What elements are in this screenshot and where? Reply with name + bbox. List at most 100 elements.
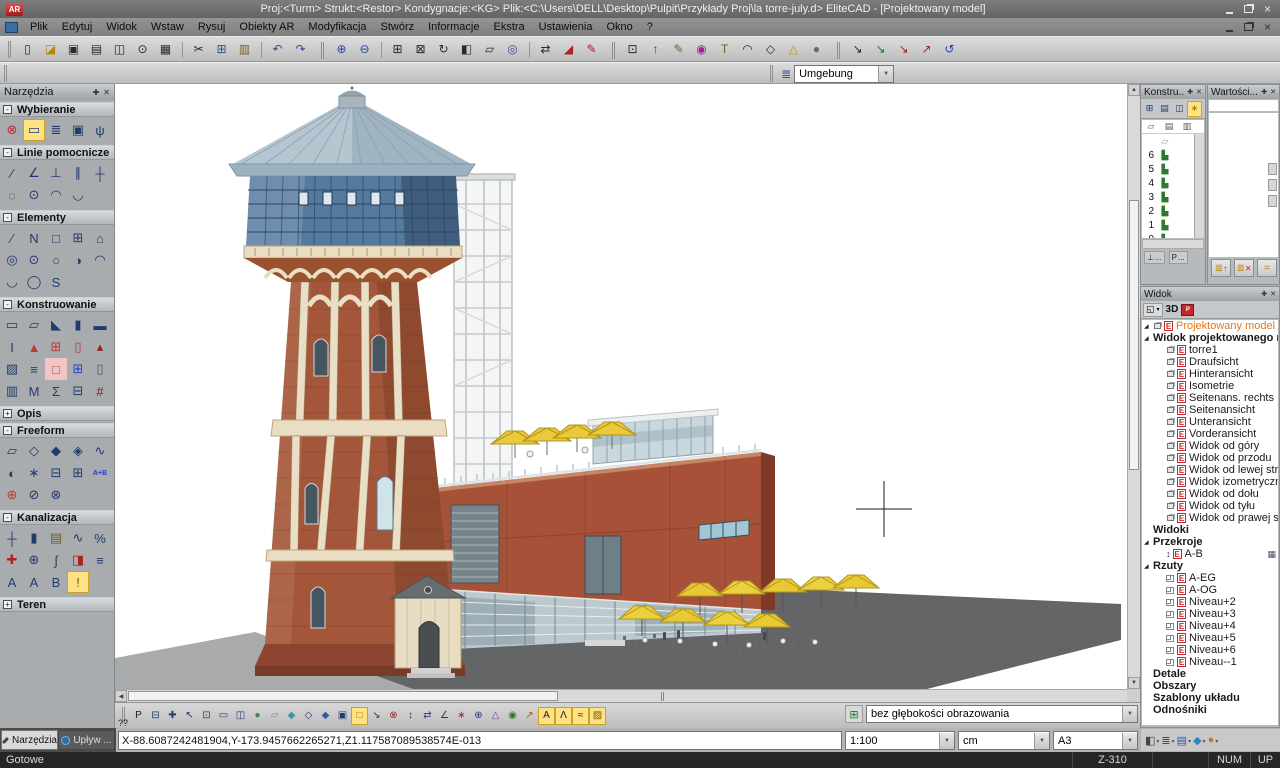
- storey-state-icon[interactable]: ▙: [1156, 192, 1174, 203]
- grid-icon[interactable]: ⊞: [67, 358, 89, 380]
- table-edit-icon[interactable]: [1267, 549, 1278, 560]
- save-version-icon[interactable]: ⊙: [131, 39, 154, 60]
- tree-item-niveau-3[interactable]: Niveau+3: [1142, 608, 1278, 620]
- axes-cut-icon[interactable]: ⊕: [1, 484, 23, 506]
- hidden-line-icon[interactable]: ▣: [334, 707, 351, 725]
- expand-icon[interactable]: ◢: [1144, 335, 1153, 342]
- loft-icon[interactable]: ◐: [1, 462, 23, 484]
- label-a1-icon[interactable]: A: [1, 571, 23, 593]
- copy-icon[interactable]: ⊞: [210, 39, 233, 60]
- chevron-down-icon[interactable]: ▼: [878, 66, 893, 82]
- document-icon[interactable]: [5, 22, 18, 33]
- axis-z-icon[interactable]: ↘: [368, 707, 385, 725]
- menu-item[interactable]: Stwórz: [374, 20, 422, 34]
- section-wybieranie[interactable]: -Wybieranie: [0, 102, 114, 117]
- pin-icon[interactable]: ✚: [1261, 88, 1267, 96]
- menu-item[interactable]: Widok: [99, 20, 144, 34]
- tree-header-detale[interactable]: Detale: [1142, 668, 1278, 680]
- column-icon[interactable]: ▮: [67, 314, 89, 336]
- circle-center-icon[interactable]: ⊙: [23, 249, 45, 271]
- helper-line-icon[interactable]: ∕: [1, 162, 23, 184]
- rectangle-icon[interactable]: □: [45, 227, 67, 249]
- menu-item[interactable]: Rysuj: [191, 20, 233, 34]
- vscroll-thumb[interactable]: [1129, 200, 1139, 470]
- collapse-icon[interactable]: -: [3, 148, 12, 157]
- collapse-icon[interactable]: -: [3, 300, 12, 309]
- tree-item-a-eg[interactable]: A-EG: [1142, 572, 1278, 584]
- zoom-in-icon[interactable]: ⊕: [330, 39, 353, 60]
- label-a2-icon[interactable]: A: [23, 571, 45, 593]
- chevron-down-icon[interactable]: ▼: [939, 733, 954, 749]
- hatch-icon[interactable]: ▨: [1, 358, 23, 380]
- paste-icon[interactable]: ▥: [233, 39, 256, 60]
- circle-arc-icon[interactable]: ◑: [67, 249, 89, 271]
- section-kanalizacja[interactable]: -Kanalizacja: [0, 510, 114, 525]
- marker-icon[interactable]: ✚: [1, 549, 23, 571]
- tab-narzedzia[interactable]: Narzędzia: [1, 730, 58, 750]
- arc-3pt-icon[interactable]: ◡: [1, 271, 23, 293]
- select-layers-icon[interactable]: ≣: [45, 119, 67, 141]
- tree-header-szablony[interactable]: Szablony układu: [1142, 692, 1278, 704]
- delete-row-button[interactable]: ≣✕: [1234, 259, 1254, 277]
- section-freeform[interactable]: -Freeform: [0, 423, 114, 438]
- riser-icon[interactable]: ◨: [67, 549, 89, 571]
- helper-parallel-icon[interactable]: ∥: [67, 162, 89, 184]
- collapse-icon[interactable]: -: [3, 426, 12, 435]
- zoom-region-icon[interactable]: ◎: [501, 39, 524, 60]
- section-icon[interactable]: ⊟: [67, 380, 89, 402]
- print-icon[interactable]: ▤: [85, 39, 108, 60]
- export-green-icon[interactable]: ↘: [869, 39, 892, 60]
- door-plain-icon[interactable]: ▯: [89, 358, 111, 380]
- tree-item-a-b[interactable]: A-B: [1142, 548, 1278, 560]
- storey-state-icon[interactable]: ▙: [1156, 178, 1174, 189]
- tree-item-widok-od-tylu[interactable]: Widok od tyłu: [1142, 500, 1278, 512]
- toolbar-grip-2[interactable]: [4, 65, 8, 82]
- pipe-cross-icon[interactable]: ┼: [1, 527, 23, 549]
- snap-point-icon[interactable]: ⊗: [385, 707, 402, 725]
- slope-icon[interactable]: %: [89, 527, 111, 549]
- collapse-icon[interactable]: -: [3, 513, 12, 522]
- scroll-up-icon[interactable]: ▲: [1128, 84, 1140, 96]
- storey-state-icon[interactable]: ▙: [1156, 150, 1174, 161]
- tree-item-widok-od-prawej[interactable]: Widok od prawej stro: [1142, 512, 1278, 524]
- shaft-icon[interactable]: ▮: [23, 527, 45, 549]
- beam-icon[interactable]: ▬: [89, 314, 111, 336]
- regen-icon[interactable]: ●: [249, 707, 266, 725]
- rectangle-points-icon[interactable]: ⊞: [67, 227, 89, 249]
- storey-new-icon[interactable]: ⊞: [1142, 101, 1157, 117]
- a-plus-b-icon[interactable]: A+B: [89, 462, 111, 484]
- close-icon[interactable]: ✕: [1196, 88, 1202, 96]
- zoom-previous-icon[interactable]: ⊟: [147, 707, 164, 725]
- shade-solid-icon[interactable]: ◆: [283, 707, 300, 725]
- tree-item-vorderansicht[interactable]: Vorderansicht: [1142, 428, 1278, 440]
- select-rect-icon[interactable]: ▭: [23, 119, 45, 141]
- axis-set-icon[interactable]: ∗: [453, 707, 470, 725]
- tree-item-niveau-m1[interactable]: Niveau--1: [1142, 656, 1278, 668]
- move-element-icon[interactable]: ⊠: [409, 39, 432, 60]
- refresh-a-icon[interactable]: ↺: [938, 39, 961, 60]
- tree-item-widok-izometryczny[interactable]: Widok izometryczny: [1142, 476, 1278, 488]
- angle-icon[interactable]: ∠: [436, 707, 453, 725]
- room-icon[interactable]: □: [45, 358, 67, 380]
- menu-item[interactable]: Wstaw: [144, 20, 191, 34]
- wire-cube-icon[interactable]: ◇: [300, 707, 317, 725]
- pin-icon[interactable]: ✚: [1261, 290, 1267, 298]
- storey-state-icon[interactable]: ▙: [1156, 206, 1174, 217]
- render-icon[interactable]: ●: [805, 39, 828, 60]
- db-export-icon[interactable]: ↘: [846, 39, 869, 60]
- image-icon[interactable]: ◫: [232, 707, 249, 725]
- helper-angle-icon[interactable]: ∠: [23, 162, 45, 184]
- values-list[interactable]: [1209, 113, 1278, 257]
- archive-icon[interactable]: ▦: [154, 39, 177, 60]
- paper-combo[interactable]: A3▼: [1053, 731, 1138, 750]
- axis-swap-icon[interactable]: ⇄: [419, 707, 436, 725]
- section-konstruowanie[interactable]: -Konstruowanie: [0, 297, 114, 312]
- spline-icon[interactable]: S: [45, 271, 67, 293]
- pump-icon[interactable]: ▤: [45, 527, 67, 549]
- section-opis[interactable]: +Opis: [0, 406, 114, 421]
- section-teren[interactable]: +Teren: [0, 597, 114, 612]
- tree-item-hinteransicht[interactable]: Hinteransicht: [1142, 368, 1278, 380]
- tree-group-widok-projektowanego[interactable]: ◢ Widok projektowanego mo: [1142, 332, 1278, 344]
- storey-props-icon[interactable]: ▤: [1157, 101, 1172, 117]
- chevron-down-icon[interactable]: ▼: [1034, 733, 1049, 749]
